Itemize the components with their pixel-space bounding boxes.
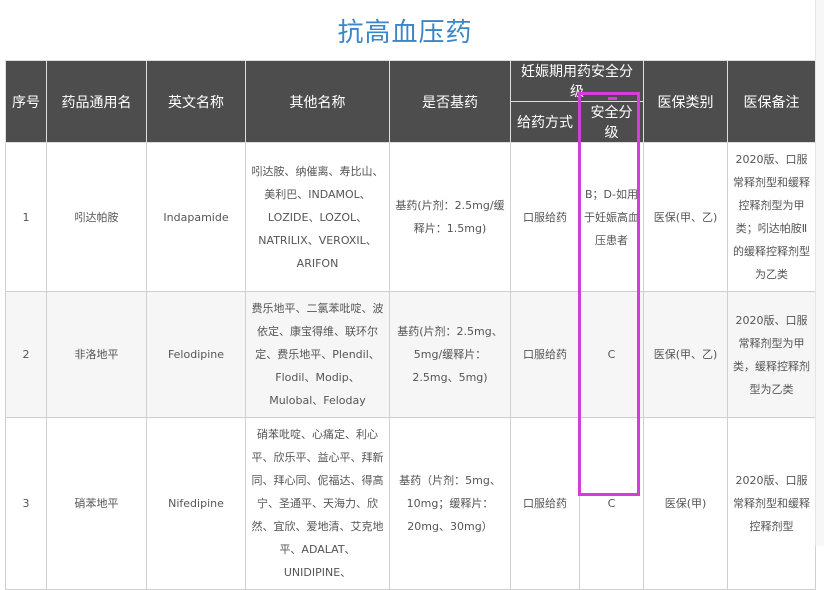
english-name: Indapamide [146,142,246,292]
table-row: 1 吲达帕胺 Indapamide 吲达胺、纳催离、寿比山、美利巴、INDAMO… [5,142,816,292]
drug-name-link[interactable]: 非洛地平 [46,291,147,418]
essential-status: 基药（片剂：5mg、10mg；缓释片：20mg、30mg） [389,417,511,590]
safety-grade: B；D-如用于妊娠高血压患者 [579,142,644,292]
header-english-name: 英文名称 [146,60,246,143]
header-pregnancy-group: 妊娠期用药安全分级 [510,60,644,102]
header-insurance-notes: 医保备注 [727,60,816,143]
essential-status: 基药(片剂：2.5mg、5mg/缓释片：2.5mg、5mg) [389,291,511,418]
insurance-type: 医保(甲) [643,417,728,590]
safety-grade: C [579,417,644,590]
drug-table: 序号 药品通用名 英文名称 其他名称 是否基药 妊娠期用药安全分级 医保类别 医… [5,60,816,590]
insurance-notes: 2020版、口服常释剂型为甲类，缓释控释剂型为乙类 [727,291,816,418]
insurance-type: 医保(甲、乙) [643,291,728,418]
table-row: 3 硝苯地平 Nifedipine 硝苯吡啶、心痛定、利心平、欣乐平、益心平、拜… [5,417,816,590]
other-names: 硝苯吡啶、心痛定、利心平、欣乐平、益心平、拜新同、拜心同、伲福达、得高宁、圣通平… [245,417,390,590]
highlight-tick [608,97,617,100]
header-essential: 是否基药 [389,60,511,143]
row-index: 2 [5,291,47,418]
insurance-type: 医保(甲、乙) [643,142,728,292]
scrollbar[interactable] [815,0,824,546]
english-name: Nifedipine [146,417,246,590]
route: 口服给药 [510,417,580,590]
header-route: 给药方式 [510,101,580,143]
route: 口服给药 [510,142,580,292]
route: 口服给药 [510,291,580,418]
other-names: 吲达胺、纳催离、寿比山、美利巴、INDAMOL、LOZIDE、LOZOL、NAT… [245,142,390,292]
other-names: 费乐地平、二氯苯吡啶、波依定、康宝得维、联环尔定、费乐地平、Plendil、Fl… [245,291,390,418]
header-safety-grade: 安全分级 [579,101,644,143]
row-index: 1 [5,142,47,292]
table-row: 2 非洛地平 Felodipine 费乐地平、二氯苯吡啶、波依定、康宝得维、联环… [5,291,816,418]
row-index: 3 [5,417,47,590]
header-other-names: 其他名称 [245,60,390,143]
english-name: Felodipine [146,291,246,418]
page-title: 抗高血压药 [337,18,473,48]
header-index: 序号 [5,60,47,143]
insurance-notes: 2020版、口服常释剂型和缓释控释剂型 [727,417,816,590]
insurance-notes: 2020版、口服常释剂型和缓释控释剂型为甲类；吲达帕胺Ⅱ的缓释控释剂型为乙类 [727,142,816,292]
drug-name-link[interactable]: 硝苯地平 [46,417,147,590]
drug-name-link[interactable]: 吲达帕胺 [46,142,147,292]
header-insurance-type: 医保类别 [643,60,728,143]
essential-status: 基药(片剂：2.5mg/缓释片：1.5mg) [389,142,511,292]
header-generic-name: 药品通用名 [46,60,147,143]
safety-grade: C [579,291,644,418]
